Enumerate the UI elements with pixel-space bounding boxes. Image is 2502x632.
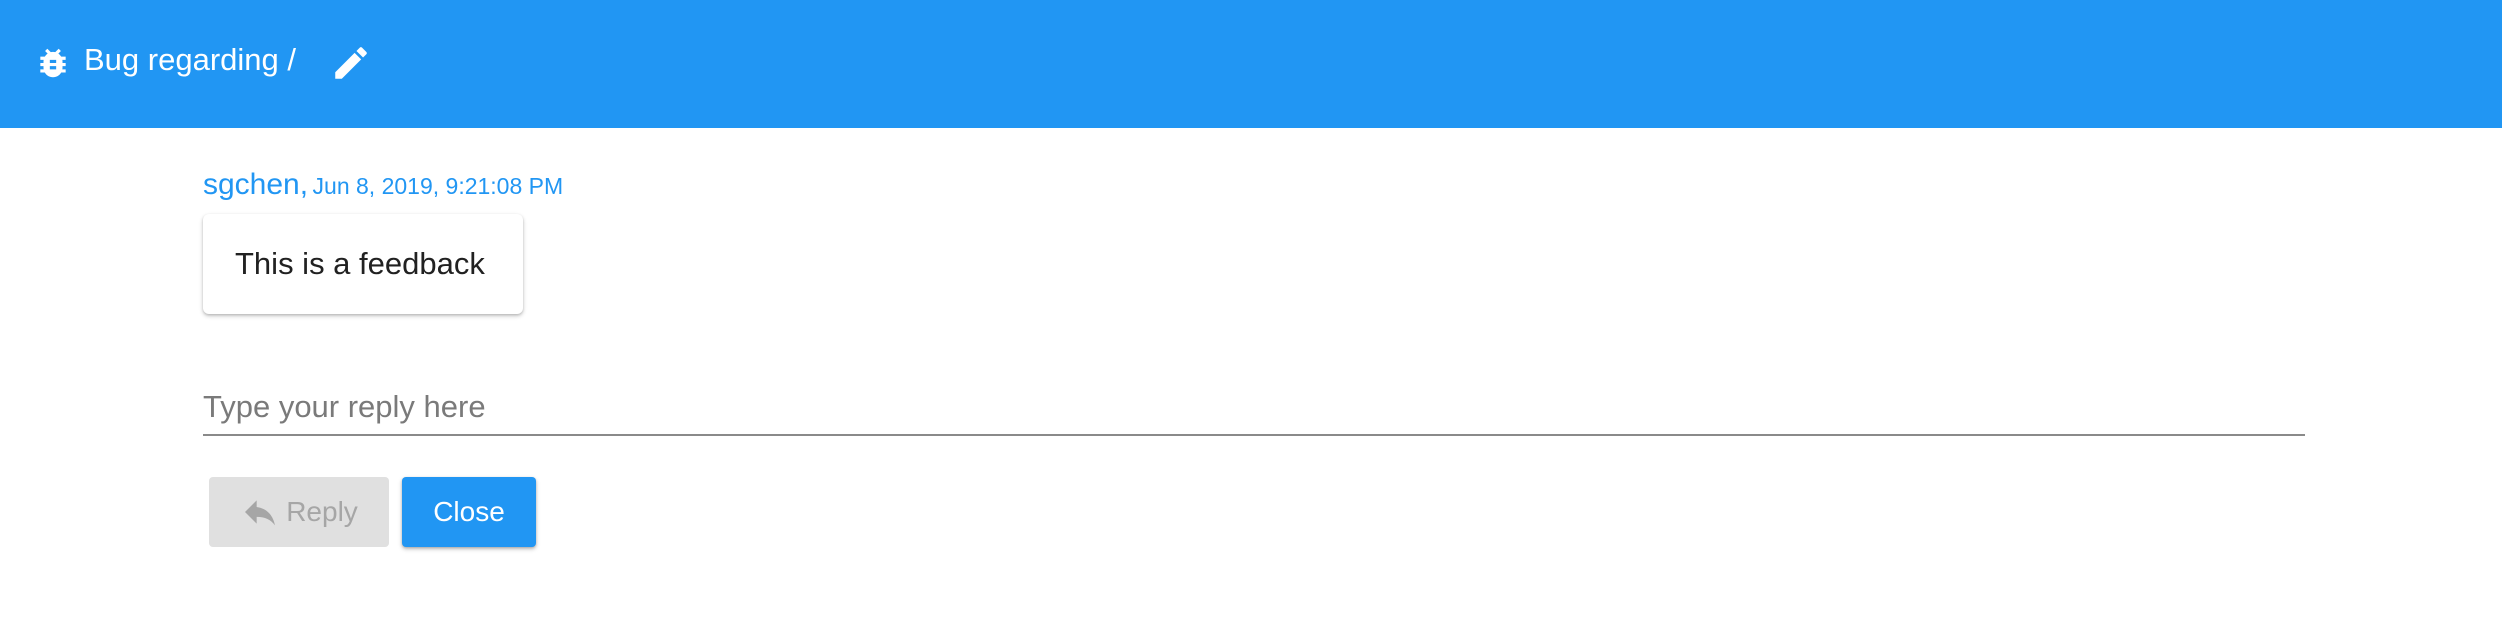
page-title: Bug regarding / [84,42,296,77]
message-card: This is a feedback [203,214,523,314]
reply-input[interactable] [203,380,2305,436]
message-meta: sgchen, Jun 8, 2019, 9:21:08 PM [203,168,563,202]
message-date: Jun 8, 2019, 9:21:08 PM [312,173,564,199]
reply-button-label: Reply [286,496,358,527]
message-author: sgchen, [203,168,309,201]
message-text: This is a feedback [235,246,485,281]
close-button-label: Close [433,496,505,527]
app-toolbar: Bug regarding / [0,0,2502,128]
pencil-icon[interactable] [330,42,372,84]
reply-arrow-icon [245,500,276,526]
bug-icon [40,48,66,78]
reply-button[interactable]: Reply [209,477,389,547]
close-button[interactable]: Close [402,477,536,547]
